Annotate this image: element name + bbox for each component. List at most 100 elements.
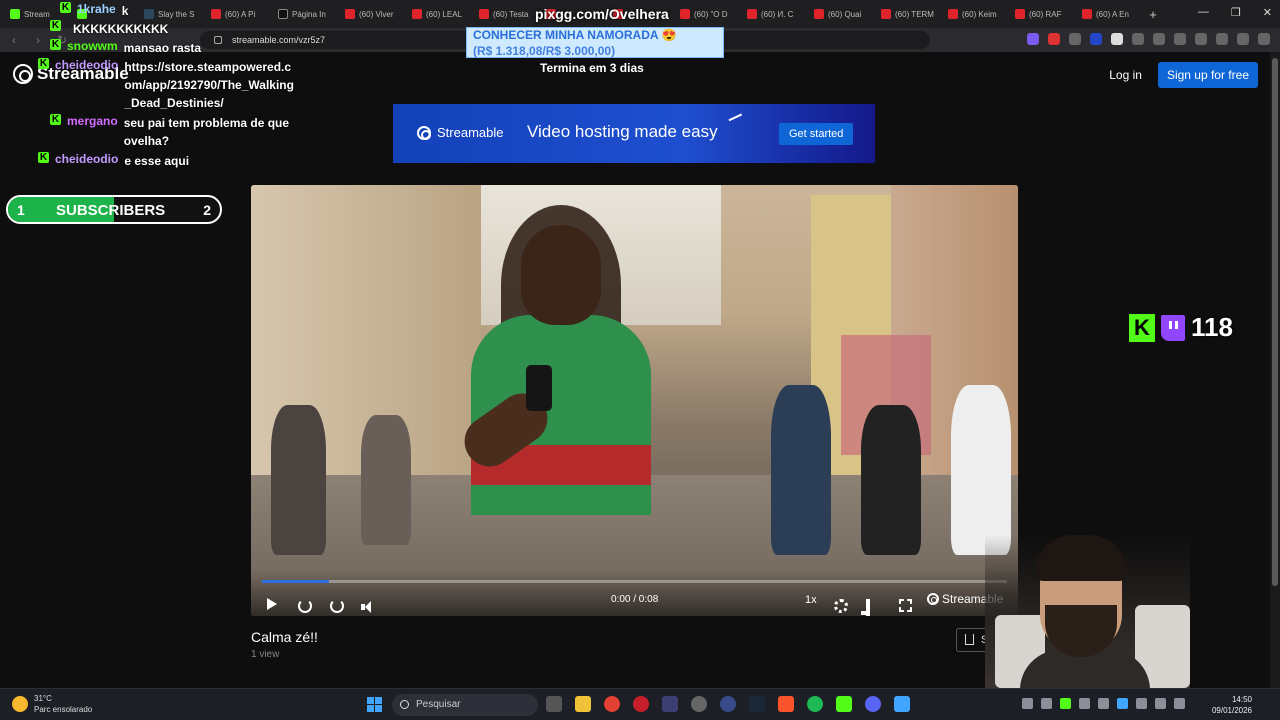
browser-tab[interactable]: (60) И. С [741, 3, 808, 25]
header-actions: Log in Sign up for free [1109, 62, 1258, 88]
viewer-count: 118 [1191, 312, 1233, 342]
browser-tab[interactable]: (60) Quai [808, 3, 875, 25]
close-icon[interactable]: ✕ [1263, 6, 1272, 19]
play-icon[interactable] [267, 598, 277, 610]
fullscreen-icon[interactable] [899, 599, 912, 612]
chat-text: e esse aqui [124, 154, 190, 168]
app-icon[interactable] [720, 696, 736, 712]
shield-icon[interactable] [1237, 33, 1249, 45]
settings-icon[interactable] [834, 599, 848, 613]
kick-icon[interactable] [836, 696, 852, 712]
youtube-icon [1082, 9, 1092, 19]
maximize-icon[interactable]: ❐ [1231, 6, 1241, 19]
extension-icon[interactable] [1027, 33, 1039, 45]
weather-widget[interactable]: 31°C Parc ensolarado [12, 693, 92, 715]
bluetooth-icon[interactable] [1117, 698, 1128, 709]
tray-app-icon[interactable] [1041, 698, 1052, 709]
scrollbar-thumb[interactable] [1272, 58, 1278, 586]
browser-tab[interactable]: (60) Testa [473, 3, 540, 25]
banner-tagline: Video hosting made easy [527, 122, 718, 141]
get-started-button[interactable]: Get started [779, 123, 854, 145]
tray-app-icon[interactable] [1060, 698, 1071, 709]
browser-tab[interactable]: (60) RAF [1009, 3, 1076, 25]
streamable-logo-icon [417, 125, 431, 140]
seek-bar[interactable] [262, 580, 1007, 583]
subscriber-goal-target: 2 [203, 202, 211, 218]
steam-icon[interactable] [749, 696, 765, 712]
browser-tab-label: (60) RAF [1029, 9, 1062, 19]
discord-icon[interactable] [865, 696, 881, 712]
browser-tab-label: (60) Testa [493, 9, 529, 19]
menu-icon[interactable] [1258, 33, 1270, 45]
microphone-icon[interactable] [1136, 698, 1147, 709]
chevron-up-icon[interactable] [1022, 698, 1033, 709]
tray-app-icon[interactable] [1098, 698, 1109, 709]
browser-tab[interactable]: (60) Keim [942, 3, 1009, 25]
opera-icon[interactable] [633, 696, 649, 712]
twitch-icon [1161, 314, 1185, 341]
playback-speed-button[interactable]: 1x [805, 594, 817, 606]
seek-bar-progress [262, 580, 330, 583]
browser-tab[interactable]: (60) Viver [339, 3, 406, 25]
browser-tab[interactable]: (60) "O D [674, 3, 741, 25]
media-icon[interactable] [1153, 33, 1165, 45]
browser-tab-label: (60) LEAL [426, 9, 463, 19]
youtube-icon [1015, 9, 1025, 19]
taskbar-clock[interactable]: 14:50 09/01/2026 [1206, 694, 1252, 716]
tray-app-icon[interactable] [1079, 698, 1090, 709]
wallet-icon[interactable] [1195, 33, 1207, 45]
taskbar-search-label: Pesquisar [416, 699, 461, 710]
youtube-icon [881, 9, 891, 19]
extension-icon[interactable] [1090, 33, 1102, 45]
webcam-overlay [985, 535, 1190, 688]
network-icon[interactable] [1155, 698, 1166, 709]
volume-icon[interactable] [1174, 698, 1185, 709]
browser-tab[interactable]: (60) A En [1076, 3, 1143, 25]
extension-icon[interactable] [1069, 33, 1081, 45]
video-frame-head [521, 225, 601, 325]
youtube-icon [479, 9, 489, 19]
browser-tab-label: (60) Viver [359, 9, 394, 19]
github-icon[interactable] [691, 696, 707, 712]
video-frame-pedestrian [951, 385, 1011, 555]
signup-button[interactable]: Sign up for free [1157, 62, 1258, 88]
start-icon[interactable] [367, 697, 382, 712]
donation-goal: CONHECER MINHA NAMORADA 😍 (R$ 1.318,08/R… [466, 27, 724, 58]
browser-tab-label: (60) Quai [828, 9, 862, 19]
subscriber-goal-label: SUBSCRIBERS [56, 202, 166, 219]
rewind-icon[interactable] [298, 599, 312, 613]
login-link[interactable]: Log in [1109, 68, 1142, 82]
taskbar-apps [546, 696, 910, 712]
browser-tab[interactable]: (60) TERM [875, 3, 942, 25]
sidebar-icon[interactable] [1174, 33, 1186, 45]
task-view-icon[interactable] [546, 696, 562, 712]
picture-in-picture-icon[interactable] [866, 599, 870, 616]
weather-text: 31°C Parc ensolarado [34, 693, 92, 715]
new-tab-button[interactable]: + [1143, 7, 1163, 22]
spotify-icon[interactable] [807, 696, 823, 712]
viewer-count-overlay: K 118 [1129, 312, 1233, 343]
system-tray [1022, 698, 1185, 709]
video-frame-phone [526, 365, 552, 411]
notepad-icon[interactable] [894, 696, 910, 712]
extension-icon[interactable] [1048, 33, 1060, 45]
brave-icon[interactable] [778, 696, 794, 712]
page-scrollbar[interactable] [1270, 52, 1280, 688]
extension-icon[interactable] [1111, 33, 1123, 45]
video-player[interactable]: 0:00 / 0:08 1x Streamable [251, 185, 1018, 616]
puzzle-icon[interactable] [1132, 33, 1144, 45]
app-icon[interactable] [662, 696, 678, 712]
chat-message: Ksnowwm mansao rasta [50, 39, 201, 57]
chat-message: Kcheideodio https://store.steampowered.co… [38, 58, 294, 112]
ad-banner[interactable]: Streamable Video hosting made easy Get s… [393, 104, 875, 163]
minimize-icon[interactable]: — [1198, 6, 1209, 19]
sparkle-icon [728, 113, 746, 129]
forward-icon[interactable] [330, 599, 344, 613]
browser-tab[interactable]: (60) LEAL [406, 3, 473, 25]
sparkle-icon[interactable] [1216, 33, 1228, 45]
taskbar-search[interactable]: Pesquisar [392, 694, 538, 716]
sun-icon [12, 696, 28, 712]
chrome-icon[interactable] [604, 696, 620, 712]
weather-temp: 31°C [34, 694, 52, 703]
file-explorer-icon[interactable] [575, 696, 591, 712]
